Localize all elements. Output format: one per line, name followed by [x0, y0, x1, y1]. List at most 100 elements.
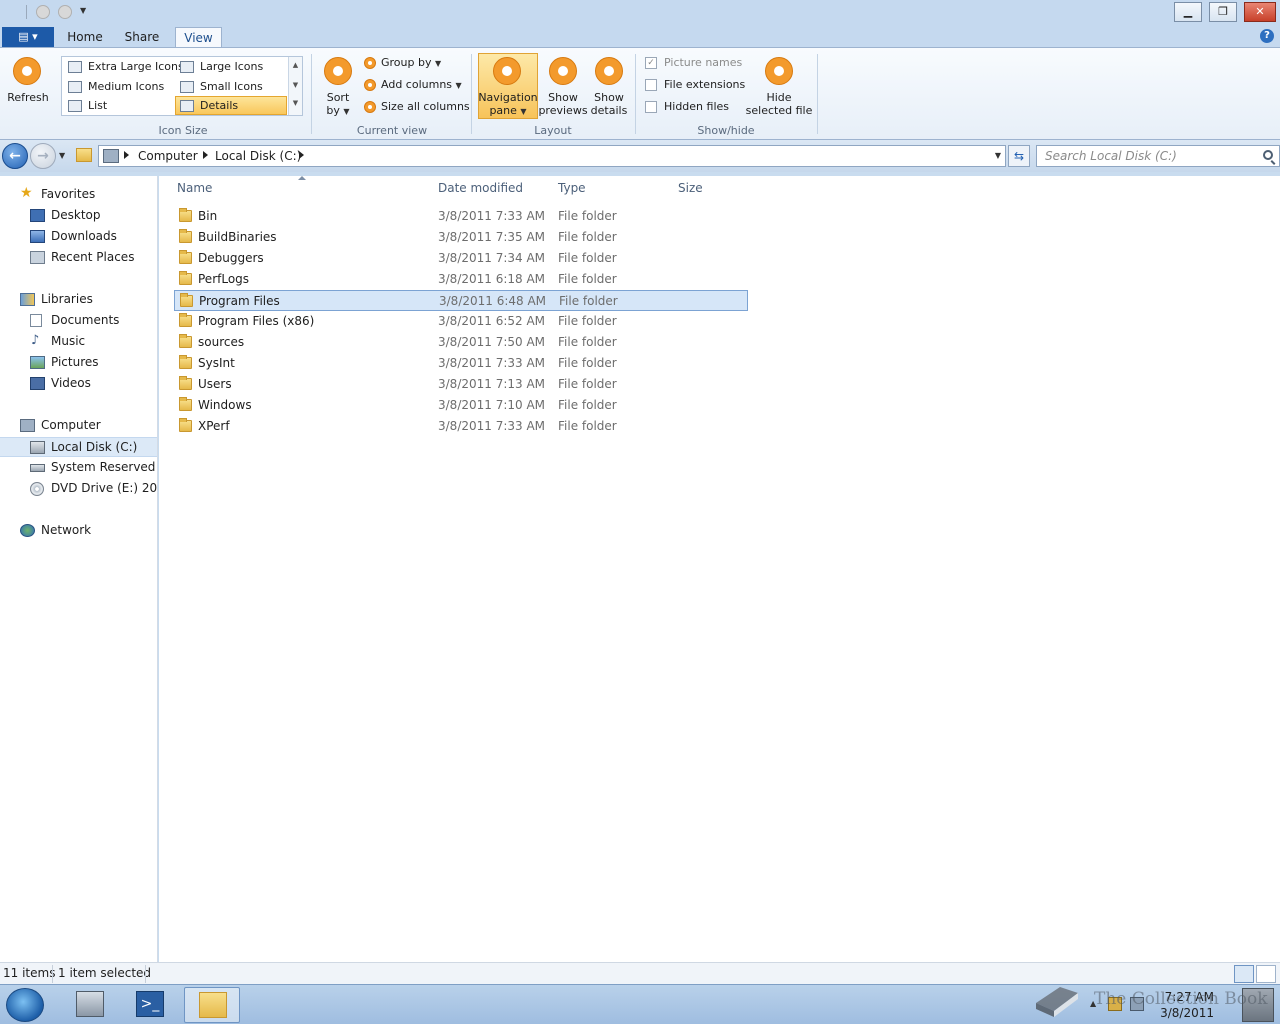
back-button[interactable]: ← — [2, 143, 28, 169]
refresh-icon[interactable] — [13, 57, 41, 85]
show-details-icon[interactable] — [595, 57, 623, 85]
table-row[interactable]: BuildBinaries 3/8/2011 7:35 AM File folder — [174, 227, 748, 248]
breadcrumb-chevron-icon[interactable] — [203, 151, 208, 159]
column-header-type[interactable]: Type — [558, 181, 586, 195]
gallery-expand-icon[interactable]: ▼ — [289, 99, 302, 107]
gallery-list[interactable]: List — [64, 97, 174, 115]
taskbar-powershell[interactable]: >_ — [122, 987, 178, 1023]
show-previews-icon[interactable] — [549, 57, 577, 85]
status-separator — [145, 965, 146, 983]
file-extensions-checkbox[interactable] — [645, 79, 657, 91]
table-row[interactable]: PerfLogs 3/8/2011 6:18 AM File folder — [174, 269, 748, 290]
column-header-size[interactable]: Size — [678, 181, 703, 195]
file-type: File folder — [558, 377, 617, 391]
address-history-chevron-icon[interactable]: ▼ — [995, 151, 1001, 160]
qat-customize-chevron-icon[interactable]: ▼ — [80, 6, 86, 15]
nav-network[interactable]: Network — [0, 521, 157, 541]
gallery-medium-icons[interactable]: Medium Icons — [64, 78, 174, 96]
nav-documents[interactable]: Documents — [0, 311, 157, 331]
sort-by-icon[interactable] — [324, 57, 352, 85]
refresh-button[interactable]: Refresh — [2, 91, 54, 104]
table-row[interactable]: Bin 3/8/2011 7:33 AM File folder — [174, 206, 748, 227]
breadcrumb-chevron-icon[interactable] — [124, 151, 129, 159]
gallery-small-icons[interactable]: Small Icons — [176, 78, 288, 96]
navigation-pane-label: Navigation pane ▼ — [478, 91, 538, 118]
taskbar-server-manager[interactable] — [62, 987, 118, 1023]
nav-music[interactable]: ♪ Music — [0, 332, 157, 352]
breadcrumb-chevron-icon[interactable] — [299, 151, 304, 159]
search-input[interactable]: Search Local Disk (C:) — [1036, 145, 1280, 167]
nav-desktop[interactable]: Desktop — [0, 206, 157, 226]
address-bar[interactable]: Computer Local Disk (C:) ▼ — [98, 145, 1006, 167]
taskbar-explorer[interactable] — [184, 987, 240, 1023]
qat-properties-icon[interactable] — [36, 5, 50, 19]
close-button[interactable]: ✕ — [1244, 2, 1276, 22]
tab-home[interactable]: Home — [62, 27, 108, 48]
nav-libraries[interactable]: Libraries — [0, 290, 157, 310]
up-folder-icon[interactable] — [76, 148, 92, 162]
qat-new-folder-icon[interactable] — [58, 5, 72, 19]
nav-local-disk[interactable]: Local Disk (C:) — [0, 437, 157, 457]
nav-recent-places[interactable]: Recent Places — [0, 248, 157, 268]
sort-by-button[interactable]: Sort by ▼ — [318, 91, 358, 118]
gallery-down-icon[interactable]: ▼ — [289, 81, 302, 89]
gallery-details[interactable]: Details — [175, 96, 287, 115]
file-menu-button[interactable]: ▤ ▾ — [2, 27, 54, 47]
table-row[interactable]: sources 3/8/2011 7:50 AM File folder — [174, 332, 748, 353]
recent-locations-chevron-icon[interactable]: ▼ — [59, 151, 65, 160]
hidden-files-checkbox[interactable] — [645, 101, 657, 113]
nav-dvd-drive[interactable]: DVD Drive (E:) 20130 — [0, 479, 157, 499]
gallery-up-icon[interactable]: ▲ — [289, 61, 302, 69]
gallery-item-label: Extra Large Icons — [88, 60, 184, 73]
tab-share[interactable]: Share — [118, 27, 166, 48]
large-icons-view-button[interactable] — [1256, 965, 1276, 983]
ribbon-view: Refresh Extra Large Icons Large Icons Me… — [0, 47, 1280, 140]
start-button[interactable] — [6, 988, 44, 1022]
gallery-large-icons[interactable]: Large Icons — [176, 58, 288, 76]
table-row[interactable]: Windows 3/8/2011 7:10 AM File folder — [174, 395, 748, 416]
show-details-button[interactable]: Show details — [588, 91, 630, 117]
breadcrumb-local-disk[interactable]: Local Disk (C:) — [215, 149, 301, 163]
forward-button[interactable]: → — [30, 143, 56, 169]
column-header-name[interactable]: Name — [177, 181, 212, 195]
picture-names-checkbox[interactable]: ✓ — [645, 57, 657, 69]
address-refresh-button[interactable]: ⇆ — [1008, 145, 1030, 167]
gallery-item-label: Large Icons — [200, 60, 264, 73]
details-view-button[interactable] — [1234, 965, 1254, 983]
table-row[interactable]: XPerf 3/8/2011 7:33 AM File folder — [174, 416, 748, 437]
add-columns-button[interactable]: Add columns ▼ — [381, 78, 462, 91]
table-row[interactable]: SysInt 3/8/2011 7:33 AM File folder — [174, 353, 748, 374]
show-previews-button[interactable]: Show previews — [538, 91, 588, 117]
nav-videos[interactable]: Videos — [0, 374, 157, 394]
breadcrumb-computer[interactable]: Computer — [138, 149, 198, 163]
gallery-extra-large-icons[interactable]: Extra Large Icons — [64, 58, 184, 76]
hide-selected-icon[interactable] — [765, 57, 793, 85]
group-by-button[interactable]: Group by ▼ — [381, 56, 441, 69]
table-row[interactable]: Program Files 3/8/2011 6:48 AM File folder — [174, 290, 748, 311]
table-row[interactable]: Debuggers 3/8/2011 7:34 AM File folder — [174, 248, 748, 269]
nav-downloads[interactable]: Downloads — [0, 227, 157, 247]
minimize-button[interactable]: ▁ — [1174, 2, 1202, 22]
nav-favorites[interactable]: ★ Favorites — [0, 185, 157, 205]
taskbar: >_ ▲ 7:27 AM 3/8/2011 The Collection Boo… — [0, 984, 1280, 1024]
gallery-scroll[interactable]: ▲ ▼ ▼ — [288, 57, 302, 115]
table-row[interactable]: Users 3/8/2011 7:13 AM File folder — [174, 374, 748, 395]
size-all-columns-button[interactable]: Size all columns — [381, 100, 470, 113]
table-row[interactable]: Program Files (x86) 3/8/2011 6:52 AM File … — [174, 311, 748, 332]
hidden-files-label: Hidden files — [664, 100, 730, 113]
file-date-modified: 3/8/2011 7:33 AM — [438, 209, 546, 223]
tab-view[interactable]: View — [175, 27, 222, 48]
nav-system-reserved[interactable]: System Reserved (D: — [0, 458, 157, 478]
file-name: sources — [198, 335, 245, 349]
nav-music-label: Music — [51, 334, 86, 348]
search-icon[interactable] — [1263, 150, 1273, 160]
show-details-label-2: details — [590, 104, 628, 117]
hide-selected-button[interactable]: Hide selected file — [740, 91, 818, 117]
chevron-down-icon: ▼ — [434, 59, 442, 68]
column-header-date[interactable]: Date modified — [438, 181, 523, 195]
nav-desktop-label: Desktop — [51, 208, 101, 222]
restore-button[interactable]: ❐ — [1209, 2, 1237, 22]
nav-pictures[interactable]: Pictures — [0, 353, 157, 373]
help-icon[interactable]: ? — [1260, 29, 1274, 43]
nav-computer[interactable]: Computer — [0, 416, 157, 436]
